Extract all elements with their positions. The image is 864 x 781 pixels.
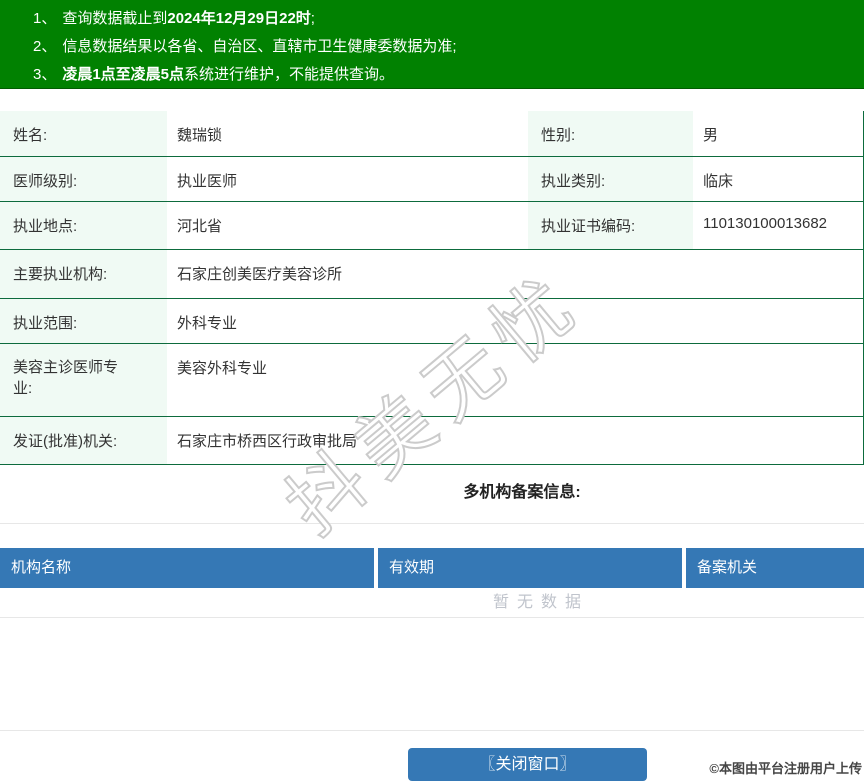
close-window-button[interactable]: 〖关闭窗口〗 <box>408 748 647 781</box>
divider <box>0 523 864 524</box>
field-label-text: 美容主诊医师专业: <box>13 359 119 397</box>
field-label-main-institution: 主要执业机构: <box>0 250 167 298</box>
notice-bold-text: 凌晨1点至凌晨5点 <box>62 66 185 83</box>
notice-text: 系统进行维护，不能提供查询。 <box>184 66 395 83</box>
table-row: 发证(批准)机关: 石家庄市桥西区行政审批局 <box>0 417 863 465</box>
field-value-gender: 男 <box>703 127 719 144</box>
registration-table-header: 机构名称 有效期 备案机关 <box>0 548 864 588</box>
notice-text: 信息数据结果以各省、自治区、直辖市卫生健康委数据为准; <box>62 38 457 55</box>
table-row: 美容主诊医师专业: 美容外科专业 <box>0 344 863 417</box>
notice-line-2: 2、 信息数据结果以各省、自治区、直辖市卫生健康委数据为准; <box>33 33 854 61</box>
notice-text: 查询数据截止到 <box>62 10 168 27</box>
table-row: 姓名: 魏瑞锁 性别: 男 <box>0 111 863 157</box>
notice-line-1: 1、 查询数据截止到2024年12月29日22时; <box>33 5 854 33</box>
no-data-message: 暂无数据 <box>0 588 864 618</box>
notice-number: 1、 <box>33 10 57 27</box>
notice-number: 3、 <box>33 66 57 83</box>
notice-number: 2、 <box>33 38 57 55</box>
field-value-name: 魏瑞锁 <box>177 127 223 144</box>
field-value-practice-scope: 外科专业 <box>177 315 238 332</box>
notice-line-3: 3、 凌晨1点至凌晨5点系统进行维护，不能提供查询。 <box>33 61 854 89</box>
field-value-main-institution: 石家庄创美医疗美容诊所 <box>177 266 343 283</box>
column-header-validity-period: 有效期 <box>378 548 682 588</box>
empty-area <box>0 618 864 731</box>
field-label-issuing-authority: 发证(批准)机关: <box>0 417 167 464</box>
table-row: 主要执业机构: 石家庄创美医疗美容诊所 <box>0 250 863 299</box>
notice-box: 1、 查询数据截止到2024年12月29日22时; 2、 信息数据结果以各省、自治区… <box>0 0 864 89</box>
notice-bold-text: 2024年12月29日22时 <box>167 10 311 27</box>
field-label-name: 姓名: <box>0 111 167 156</box>
field-label-practice-scope: 执业范围: <box>0 299 167 343</box>
field-label-cosmetic-specialty: 美容主诊医师专业: <box>0 344 167 416</box>
field-label-gender: 性别: <box>528 111 693 156</box>
field-label-practice-type: 执业类别: <box>528 157 693 201</box>
field-value-issuing-authority: 石家庄市桥西区行政审批局 <box>177 433 358 450</box>
table-row: 执业地点: 河北省 执业证书编码: 110130100013682 <box>0 202 863 250</box>
table-row: 执业范围: 外科专业 <box>0 299 863 344</box>
field-value-cosmetic-specialty: 美容外科专业 <box>177 360 268 377</box>
field-value-certificate-number: 110130100013682 <box>703 215 828 232</box>
field-value-practice-place: 河北省 <box>177 218 223 235</box>
field-label-practice-place: 执业地点: <box>0 202 167 249</box>
multi-institution-section-title: 多机构备案信息: <box>463 484 581 501</box>
field-value-practice-type: 临床 <box>703 173 734 190</box>
doctor-info-table: 姓名: 魏瑞锁 性别: 男 医师级别: 执业医师 执业类别: 临床 执业地点: … <box>0 111 864 465</box>
column-header-registry-agency: 备案机关 <box>686 548 864 588</box>
notice-text: ; <box>310 10 315 27</box>
field-label-doctor-level: 医师级别: <box>0 157 167 201</box>
field-value-doctor-level: 执业医师 <box>177 173 238 190</box>
table-row: 医师级别: 执业医师 执业类别: 临床 <box>0 157 863 202</box>
column-header-institution-name: 机构名称 <box>0 548 374 588</box>
attribution-text: ©本图由平台注册用户上传 <box>709 761 862 776</box>
field-label-certificate-number: 执业证书编码: <box>528 202 693 249</box>
